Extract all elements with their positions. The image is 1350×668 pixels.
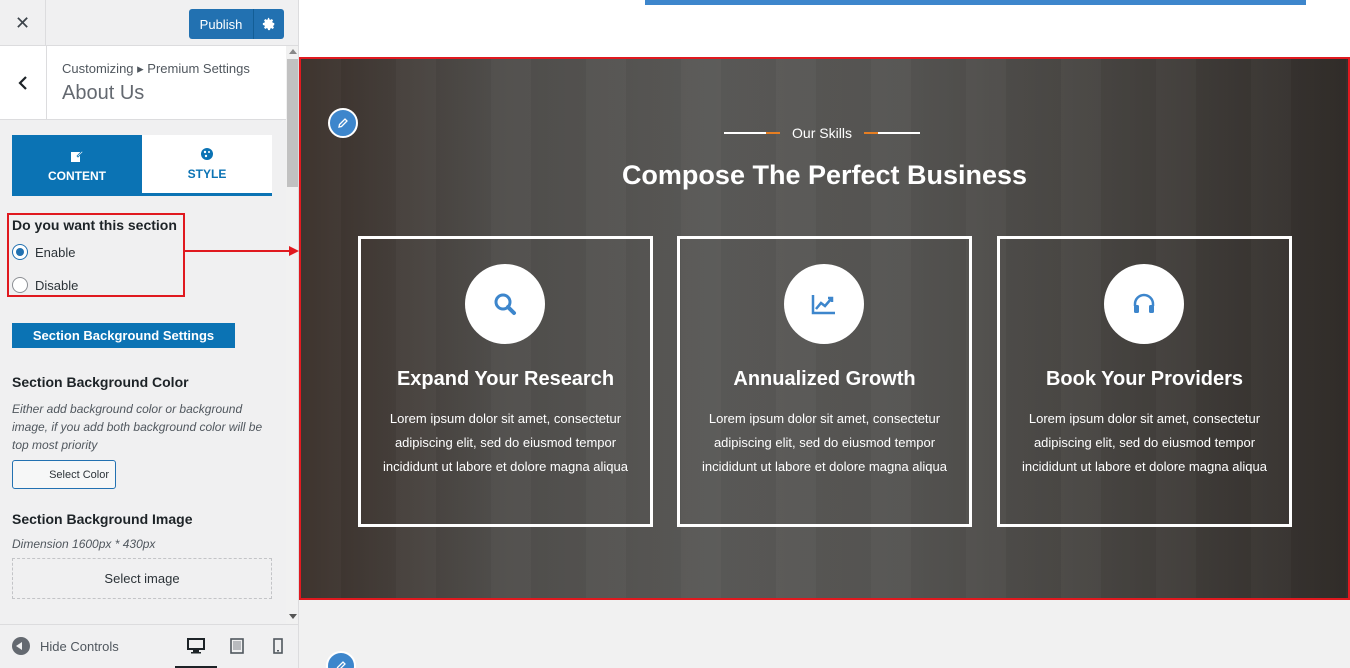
scroll-down-arrow-icon[interactable]	[289, 614, 297, 619]
sidebar-scrollbar[interactable]	[286, 46, 298, 624]
publish-settings-gear-icon[interactable]	[254, 17, 284, 31]
section-header: Customizing ▸ Premium Settings About Us	[0, 46, 286, 120]
section-heading: Compose The Perfect Business	[621, 160, 1028, 190]
site-preview: Our Skills Compose The Perfect Business …	[299, 0, 1350, 668]
search-icon	[494, 293, 516, 315]
tab-content-label: CONTENT	[48, 168, 106, 183]
section-background-settings-button[interactable]: Section Background Settings	[12, 323, 235, 348]
select-color-button[interactable]: Select Color	[12, 460, 116, 489]
card-text: Lorem ipsum dolor sit amet, consectetur …	[1021, 411, 1267, 474]
card-title: Expand Your Research	[396, 368, 615, 390]
tab-content[interactable]: CONTENT	[12, 135, 142, 196]
background-color-description: Either add background color or backgroun…	[12, 402, 263, 452]
scroll-thumb[interactable]	[287, 59, 298, 187]
headphones-icon	[1133, 293, 1155, 313]
next-section	[299, 600, 1350, 668]
skills-label: Our Skills	[721, 125, 923, 141]
highlight-arrow-head	[289, 246, 299, 256]
radio-disable-input[interactable]	[12, 277, 28, 293]
radio-enable[interactable]: Enable	[12, 244, 75, 260]
breadcrumb: Customizing ▸ Premium Settings	[62, 61, 250, 76]
customizer-footer: Hide Controls	[0, 624, 298, 668]
collapse-arrow-icon	[12, 637, 30, 655]
tablet-icon[interactable]	[226, 635, 248, 657]
card-icon-circle	[465, 264, 545, 344]
tab-style-label: STYLE	[187, 167, 227, 181]
hide-controls-button[interactable]: Hide Controls	[12, 637, 119, 655]
decor-line-left	[724, 132, 781, 134]
chart-line-icon	[811, 295, 835, 315]
page-title: About Us	[62, 82, 145, 104]
card-icon-circle	[1104, 264, 1184, 344]
close-customizer-button[interactable]: ✕	[0, 0, 46, 46]
close-icon: ✕	[14, 12, 31, 33]
skill-card: Expand Your Research Lorem ipsum dolor s…	[358, 236, 653, 527]
back-button[interactable]	[0, 46, 47, 119]
publish-label: Publish	[199, 16, 243, 32]
background-color-label: Section Background Color	[12, 374, 189, 390]
card-title: Annualized Growth	[733, 368, 916, 390]
radio-disable[interactable]: Disable	[12, 277, 78, 293]
card-text: Lorem ipsum dolor sit amet, consectetur …	[701, 411, 947, 474]
radio-enable-label: Enable	[35, 244, 76, 260]
background-image-label: Section Background Image	[12, 511, 193, 527]
skill-card: Book Your Providers Lorem ipsum dolor si…	[997, 236, 1292, 527]
card-text: Lorem ipsum dolor sit amet, consectetur …	[382, 411, 628, 474]
card-icon-circle	[784, 264, 864, 344]
edit-shortcut-pencil-icon[interactable]	[328, 108, 358, 138]
customizer-sidebar: ✕ Publish Customizing ▸ Premium Settings…	[0, 0, 299, 668]
publish-button[interactable]: Publish	[189, 9, 284, 39]
hide-controls-label: Hide Controls	[40, 638, 119, 654]
desktop-icon[interactable]	[185, 635, 207, 657]
customizer-topbar: ✕ Publish	[0, 0, 298, 46]
select-image-button[interactable]: Select image	[12, 558, 272, 599]
card-title: Book Your Providers	[1045, 368, 1244, 390]
about-us-section: Our Skills Compose The Perfect Business …	[299, 57, 1350, 600]
highlight-arrow-line	[185, 250, 289, 252]
edit-icon	[70, 149, 84, 163]
skill-card: Annualized Growth Lorem ipsum dolor sit …	[677, 236, 972, 527]
decor-line-right	[863, 132, 920, 134]
section-toggle-question: Do you want this section	[12, 217, 177, 233]
tab-style[interactable]: STYLE	[142, 135, 272, 196]
chevron-left-icon	[18, 75, 27, 90]
skills-label-text: Our Skills	[792, 125, 852, 141]
scroll-up-arrow-icon[interactable]	[289, 49, 297, 54]
radio-disable-label: Disable	[35, 277, 79, 293]
radio-enable-input[interactable]	[12, 244, 28, 260]
mobile-icon[interactable]	[267, 635, 289, 657]
background-image-dimension: Dimension 1600px * 430px	[12, 537, 156, 551]
customizer-app: ✕ Publish Customizing ▸ Premium Settings…	[0, 0, 1350, 668]
palette-icon	[200, 147, 214, 161]
previous-section-bar	[645, 0, 1306, 5]
